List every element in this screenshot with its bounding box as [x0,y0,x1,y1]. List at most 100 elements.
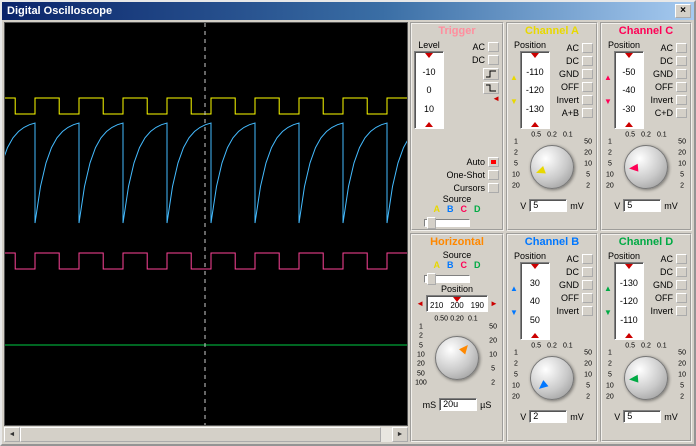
scope-scrollbar[interactable]: ◄ ► [4,427,408,442]
knob-scale-label: 2 [680,182,685,190]
knob-scale-label: 2 [586,182,591,190]
coupling-gnd-button[interactable] [582,279,593,290]
trigger-level-marker-icon[interactable]: ◄ [492,94,500,103]
position-down-arrow[interactable]: ▼ [510,309,518,317]
coupling-dc-button[interactable] [582,266,593,277]
knob-dial[interactable] [530,144,574,189]
position-down-arrow[interactable]: ▼ [510,98,518,106]
coupling-gnd-button[interactable] [582,68,593,79]
coupling-off-button[interactable] [582,292,593,303]
position-up-arrow[interactable]: ▲ [510,285,518,293]
knob-scale-label: 0.1 [656,342,667,350]
trigger-ac-button[interactable] [488,41,499,52]
knob-scale-label: 2 [680,393,685,401]
coupling-dc-button[interactable] [676,266,687,277]
channel-a-panel: Channel A Position ▲ ▼ -110 -120 -130 AC… [506,22,598,231]
position-left-arrow[interactable]: ◄ [416,299,424,308]
slider-thumb[interactable] [427,217,436,229]
channel-c-volts-knob[interactable]: 1 2 5 10 20 0.5 0.2 0.1 50 20 10 5 2 [602,131,690,197]
trigger-source-slider[interactable] [424,217,470,229]
knob-dial[interactable] [435,336,479,381]
falling-edge-button[interactable] [483,82,499,94]
horizontal-position-display[interactable]: 210 200 190 [426,295,488,312]
position-down-arrow[interactable]: ▼ [604,309,612,317]
coupling-ac-button[interactable] [676,42,687,53]
coupling-ac-button[interactable] [582,42,593,53]
unit-left-label: mS [422,399,437,410]
unit-right-label: mV [570,200,584,211]
position-right-arrow[interactable]: ► [490,299,498,308]
sum-ab-button[interactable] [582,107,593,118]
unit-right-label: mV [664,411,678,422]
position-up-arrow[interactable]: ▲ [510,74,518,82]
invert-button[interactable] [582,94,593,105]
channel-c-position-display[interactable]: -50 -40 -30 [613,51,644,129]
trigger-level-display[interactable]: -10 0 10 [414,51,444,129]
sum-cd-button[interactable] [676,107,687,118]
channel-a-volts-knob[interactable]: 1 2 5 10 20 0.5 0.2 0.1 50 20 10 5 2 [508,131,596,197]
knob-pointer-icon [534,165,546,177]
cursors-button[interactable] [488,182,499,193]
knob-dial[interactable] [624,144,668,189]
position-up-arrow[interactable]: ▲ [604,74,612,82]
rising-edge-icon [486,70,496,78]
scroll-track[interactable] [20,427,392,442]
falling-edge-icon [486,84,496,92]
coupling-gnd-button[interactable] [676,279,687,290]
coupling-ac-label: AC [566,42,579,53]
coupling-ac-button[interactable] [676,253,687,264]
close-button[interactable]: × [675,4,691,18]
knob-scale-label: 20 [489,337,497,345]
knob-scale-label: 20 [606,182,614,190]
channel-b-volts-knob[interactable]: 1 2 5 10 20 0.5 0.2 0.1 50 20 10 5 2 [508,342,596,408]
position-label: Position [607,40,640,50]
auto-button[interactable] [488,156,499,167]
coupling-ac-button[interactable] [582,253,593,264]
channel-d-position-display[interactable]: -130 -120 -110 [613,262,644,340]
channel-a-position-display[interactable]: -110 -120 -130 [519,51,550,129]
knob-scale-label: 1 [607,349,612,357]
position-up-arrow[interactable]: ▲ [604,285,612,293]
channel-b-position-display[interactable]: 30 40 50 [519,262,550,340]
window-body: ◄ ► Trigger Level -10 0 10 AC DC ◄ Auto … [2,20,694,444]
knob-scale-label: 5 [491,365,496,373]
knob-dial[interactable] [530,355,574,400]
coupling-ac-label: AC [660,42,673,53]
knob-dial[interactable] [624,355,668,400]
position-down-arrow[interactable]: ▼ [604,98,612,106]
invert-button[interactable] [676,94,687,105]
coupling-off-button[interactable] [582,81,593,92]
coupling-dc-button[interactable] [582,55,593,66]
position-marker-bottom-icon [624,122,633,127]
scroll-right-button[interactable]: ► [392,427,408,442]
position-tick: -120 [619,296,638,306]
channel-d-volts-knob[interactable]: 1 2 5 10 20 0.5 0.2 0.1 50 20 10 5 2 [602,342,690,408]
channel-b-panel: Channel B Position ▲ ▼ 30 40 50 AC DC GN… [506,233,598,442]
horizontal-timebase-knob[interactable]: 1 2 5 10 20 50 100 0.50 0.20 0.1 50 20 10 5 2 [413,314,501,396]
level-marker-top-icon [425,53,433,58]
coupling-off-button[interactable] [676,292,687,303]
coupling-dc-button[interactable] [676,55,687,66]
knob-scale-label: 5 [680,382,685,390]
scroll-thumb[interactable] [20,427,381,442]
rising-edge-button[interactable] [483,68,499,80]
title-bar[interactable]: Digital Oscilloscope × [2,2,694,20]
horizontal-source-slider[interactable] [424,273,470,285]
knob-scale-label: 50 [584,138,592,146]
knob-scale-label: 5 [586,171,591,179]
invert-button[interactable] [582,305,593,316]
one-shot-button[interactable] [488,169,499,180]
coupling-gnd-button[interactable] [676,68,687,79]
position-marker-top-icon [530,264,539,269]
trigger-level-label: Level [418,40,440,50]
level-marker-bottom-icon [425,122,433,127]
slider-thumb[interactable] [427,273,436,285]
position-tick: -50 [622,66,636,77]
coupling-gnd-label: GND [559,279,579,290]
trigger-dc-button[interactable] [488,54,499,65]
position-tick: 30 [529,277,540,288]
coupling-off-label: OFF [655,81,673,92]
scroll-left-button[interactable]: ◄ [4,427,20,442]
coupling-off-button[interactable] [676,81,687,92]
invert-button[interactable] [676,305,687,316]
